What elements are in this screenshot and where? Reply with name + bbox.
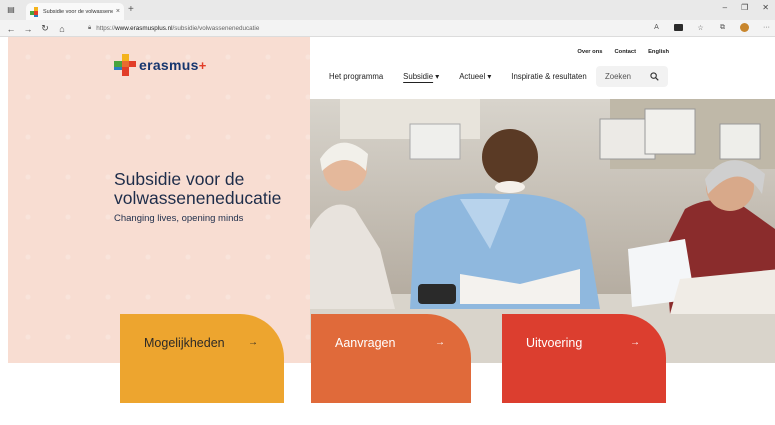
- card-label: Uitvoering: [526, 336, 583, 350]
- back-icon[interactable]: ←: [5, 24, 17, 34]
- new-tab-button[interactable]: +: [128, 4, 134, 16]
- url-prefix: https://: [96, 25, 116, 32]
- search-placeholder: Zoeken: [605, 72, 632, 81]
- tab-close-icon[interactable]: ×: [116, 8, 120, 15]
- url-path: /subsidie/volwasseneneducatie: [172, 25, 260, 32]
- extension-icon[interactable]: [674, 23, 683, 32]
- minimize-icon[interactable]: –: [723, 3, 727, 12]
- arrow-right-icon: →: [248, 337, 258, 348]
- tab-actions-icon[interactable]: ▤: [6, 5, 16, 15]
- chevron-down-icon: ▾: [487, 72, 492, 81]
- read-aloud-icon[interactable]: A: [652, 23, 661, 32]
- url-host: www.erasmusplus.nl: [115, 25, 173, 32]
- card-label: Mogelijkheden: [144, 336, 225, 350]
- arrow-right-icon: →: [630, 337, 640, 348]
- top-link-english[interactable]: English: [648, 49, 669, 55]
- hero-subtitle: Changing lives, opening minds: [114, 213, 244, 224]
- card-uitvoering[interactable]: Uitvoering →: [502, 314, 666, 403]
- page-title: Subsidie voor de volwasseneneducatie: [114, 169, 282, 208]
- top-link-contact[interactable]: Contact: [614, 49, 636, 55]
- browser-tab[interactable]: Subsidie voor de volwasseneneducatie | E…: [26, 3, 124, 20]
- maximize-icon[interactable]: ❐: [741, 3, 748, 12]
- site-header: Over ons Contact English Het programma S…: [310, 37, 775, 99]
- favorites-icon[interactable]: ☆: [696, 23, 705, 32]
- lock-icon: 🔒︎: [88, 25, 92, 31]
- nav-item-actueel[interactable]: Actueel ▾: [459, 72, 491, 81]
- profile-icon[interactable]: [740, 23, 749, 32]
- top-link-over-ons[interactable]: Over ons: [577, 49, 602, 55]
- nav-item-subsidie[interactable]: Subsidie ▾: [403, 72, 439, 81]
- refresh-icon[interactable]: ↻: [39, 23, 51, 34]
- page: erasmus + Subsidie voor de volwassenenedu…: [0, 37, 775, 425]
- tab-title: Subsidie voor de volwasseneneducatie | E…: [43, 8, 113, 15]
- card-label: Aanvragen: [335, 336, 396, 350]
- arrow-right-icon: →: [435, 337, 445, 348]
- browser-chrome: ▤ Subsidie voor de volwasseneneducatie |…: [0, 0, 775, 37]
- browser-toolbar: A ☆ ⧉ ···: [652, 23, 771, 32]
- chevron-down-icon: ▾: [435, 72, 440, 81]
- logo-plus: +: [198, 57, 207, 73]
- search-icon[interactable]: [650, 72, 659, 81]
- top-links: Over ons Contact English: [577, 49, 669, 55]
- url-field[interactable]: 🔒︎ https://www.erasmusplus.nl/subsidie/v…: [88, 22, 668, 35]
- card-aanvragen[interactable]: Aanvragen →: [311, 314, 471, 403]
- erasmus-logo[interactable]: erasmus +: [113, 54, 206, 76]
- nav-item-subsidie-label: Subsidie: [403, 72, 434, 81]
- erasmus-logo-icon: [113, 54, 137, 76]
- more-icon[interactable]: ···: [762, 23, 771, 32]
- nav-item-actueel-label: Actueel: [459, 72, 486, 81]
- tab-bar: ▤ Subsidie voor de volwasseneneducatie |…: [0, 0, 775, 20]
- search-input[interactable]: Zoeken: [596, 66, 668, 87]
- collections-icon[interactable]: ⧉: [718, 23, 727, 32]
- main-nav: Het programma Subsidie ▾ Actueel ▾ Inspi…: [329, 72, 587, 81]
- forward-icon[interactable]: →: [22, 24, 34, 34]
- close-window-icon[interactable]: ✕: [762, 3, 769, 12]
- home-icon[interactable]: ⌂: [56, 24, 68, 34]
- nav-item-het-programma[interactable]: Het programma: [329, 72, 383, 81]
- window-controls: – ❐ ✕: [723, 3, 769, 12]
- address-bar-row: ← → ↻ ⌂ 🔒︎ https://www.erasmusplus.nl/su…: [0, 20, 775, 37]
- erasmus-favicon-icon: [30, 7, 39, 17]
- card-mogelijkheden[interactable]: Mogelijkheden →: [120, 314, 284, 403]
- logo-text: erasmus: [139, 57, 199, 73]
- nav-item-inspiratie[interactable]: Inspiratie & resultaten: [511, 72, 586, 81]
